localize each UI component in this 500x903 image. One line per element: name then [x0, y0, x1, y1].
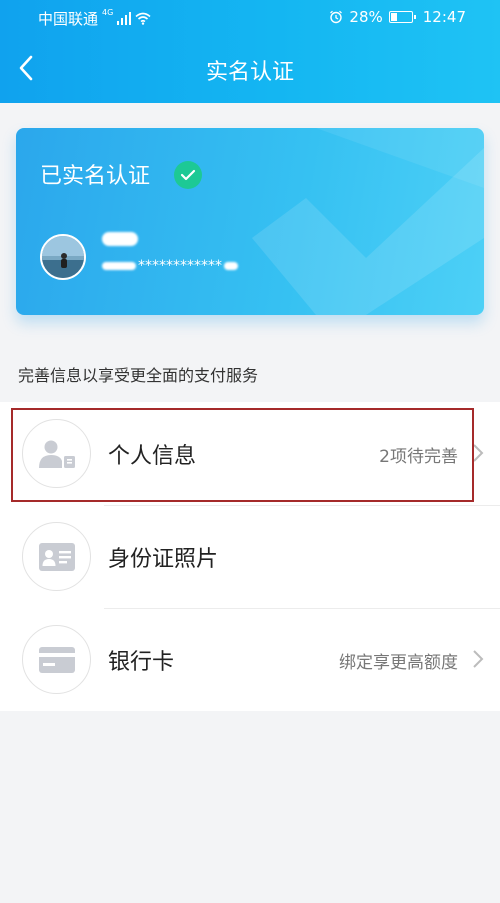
list-item-id-photo[interactable]: 身份证照片: [0, 505, 500, 608]
list-item-label: 个人信息: [108, 444, 197, 469]
battery-icon: [388, 11, 416, 23]
battery-percent: 28%: [349, 8, 383, 26]
wifi-icon: [135, 12, 151, 25]
person-card-icon: [22, 419, 91, 488]
chevron-right-icon: [473, 444, 484, 462]
user-name-redacted: [102, 232, 138, 246]
chevron-right-icon: [473, 650, 484, 668]
list-item-personal-info[interactable]: 个人信息 2项待完善: [0, 402, 500, 505]
header: 中国联通 4G 28% 12:47 实名认证: [0, 0, 500, 103]
hint-text: 完善信息以享受更全面的支付服务: [18, 366, 259, 385]
carrier-label: 中国联通: [38, 10, 99, 28]
check-watermark-icon: [252, 128, 484, 315]
clock: 12:47: [422, 8, 466, 26]
list-item-bank-card[interactable]: 银行卡 绑定享更高额度: [0, 608, 500, 711]
list-item-value: 2项待完善: [379, 447, 458, 467]
id-card-icon: [22, 522, 91, 591]
list-item-value: 绑定享更高额度: [339, 653, 458, 673]
verification-list: 个人信息 2项待完善 身份证照片 银行卡 绑定享更高额度: [0, 402, 500, 711]
bank-card-icon: [22, 625, 91, 694]
network-type: 4G: [102, 8, 114, 17]
verified-title: 已实名认证: [40, 164, 151, 189]
verified-card[interactable]: 已实名认证 ************: [16, 128, 484, 315]
avatar: [40, 234, 86, 280]
list-item-label: 银行卡: [108, 650, 175, 675]
alarm-icon: [330, 10, 343, 24]
user-id-masked: ************: [138, 258, 222, 274]
status-bar: 中国联通 4G 28% 12:47: [0, 0, 500, 34]
user-id: ************: [102, 258, 238, 274]
check-circle-icon: [174, 161, 202, 189]
signal-icon: [117, 12, 132, 25]
page-title: 实名认证: [205, 60, 294, 85]
list-item-label: 身份证照片: [108, 547, 219, 572]
nav-bar: 实名认证: [0, 42, 500, 96]
